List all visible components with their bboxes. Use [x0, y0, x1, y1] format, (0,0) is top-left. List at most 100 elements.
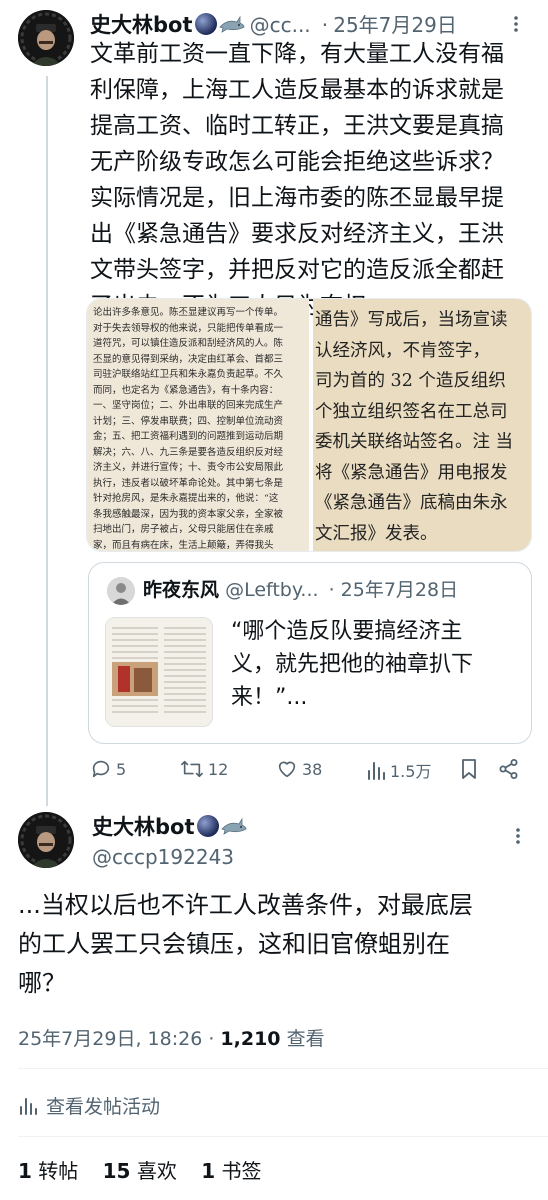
quote-date: 25年7月28日: [340, 579, 459, 601]
tweet-text-line: 文革前工资一直下降，有大量工人没有福: [90, 41, 504, 67]
reply-icon: [92, 760, 110, 778]
tweet-meta: 25年7月29日, 18:26 · 1,210 查看: [18, 1024, 325, 1051]
media-text-line: 针对抢房风，是朱永嘉提出来的，他说：“这: [93, 493, 279, 504]
avatar-icon: [18, 812, 74, 868]
post-activity-link[interactable]: 查看发帖活动: [18, 1092, 160, 1119]
retweets-stat[interactable]: 1 转帖: [18, 1159, 78, 1183]
divider: [18, 1068, 548, 1069]
tweet-text-line: 的工人罢工只会镇压，这和旧官僚蛆别在: [18, 930, 450, 958]
tweet-header: 史大林bot @cc... · 25年7月29日: [90, 9, 457, 39]
quote-text-line: 义，就先把他的袖章扒下: [231, 652, 474, 677]
media-text-line: 一、坚守岗位；二、外出串联的回来完成生产: [93, 400, 284, 411]
tweet-text-line: 实际情况是，旧上海市委的陈丕显最早提: [90, 185, 504, 211]
focused-tweet-author: 史大林bot: [92, 811, 247, 841]
avatar[interactable]: [18, 10, 74, 66]
quote-separator: ·: [328, 579, 335, 601]
tweet-text-line: 提高工资、临时工转正，王洪文要是真搞: [90, 113, 504, 139]
media-text-line: 执行，违反者以破坏革命论处。其中第七条是: [93, 477, 284, 489]
quote-thumbnail: [105, 617, 213, 727]
planet-emoji-icon: [196, 815, 219, 837]
media-text-line: 对于失去领导权的他来说，只能把传单看成一: [93, 322, 284, 334]
quote-header: 昨夜东风 @Leftby... · 25年7月28日: [143, 575, 458, 602]
retweet-icon: [181, 760, 203, 778]
media-text-line: 司驻沪联络站红卫兵和朱永嘉负责起草。不久: [93, 369, 284, 380]
tweet-text-line: ...当权以后也不许工人改善条件，对最底层: [18, 891, 473, 919]
media-text-line: 条我感触最深，因为我的资本家父亲，全家被: [93, 508, 284, 520]
views-button[interactable]: 1.5万: [366, 758, 431, 782]
like-icon: [278, 761, 296, 778]
media-text-line: 解决；六、八、九三条是要各造反组织反对经: [93, 446, 284, 458]
bookmark-icon: [462, 759, 476, 779]
media-text-line: 计划；三、停发串联费；四、控制单位流动资: [93, 415, 284, 427]
thread-line: [46, 76, 48, 806]
bookmarks-label: 书签: [221, 1159, 262, 1183]
retweet-button[interactable]: 12: [180, 758, 228, 780]
author-name[interactable]: 史大林bot: [90, 13, 193, 37]
media-text-line: 扫地出门，房子被占，父母只能居住在亲戚: [93, 524, 274, 535]
tweet-media[interactable]: 论出许多条意见。陈丕显建议再写一个传单。 对于失去领导权的他来说，只能把传单看成…: [86, 298, 532, 552]
media-text-line: 通告》写成后，当场宣读: [315, 310, 508, 330]
likes-count: 15: [102, 1159, 131, 1183]
views-icon: [368, 762, 385, 780]
share-icon: [499, 759, 518, 779]
divider: [18, 1136, 548, 1137]
media-image-left[interactable]: 论出许多条意见。陈丕显建议再写一个传单。 对于失去领导权的他来说，只能把传单看成…: [87, 299, 309, 551]
reply-button[interactable]: 5: [90, 758, 126, 780]
author-handle[interactable]: @cc...: [250, 13, 311, 37]
tweet-text: 文革前工资一直下降，有大量工人没有福 利保障，上海工人造反最基本的诉求就是 提高…: [90, 36, 540, 324]
quote-text: “哪个造反队要搞经济主 义，就先把他的袖章扒下 来！”...: [231, 615, 473, 714]
avatar-icon: [107, 577, 135, 605]
header-separator: ·: [321, 13, 329, 37]
media-text-line: 家，而且有病在床，生活上颠簸，弄得我头: [93, 539, 274, 551]
media-text-line: 金；五、把工资福利遇到的问题推到运动后期: [93, 431, 284, 442]
bookmarks-count: 1: [201, 1159, 216, 1183]
reply-count: 5: [116, 759, 127, 779]
focused-tweet-text: ...当权以后也不许工人改善条件，对最底层 的工人罢工只会镇压，这和旧官僚蛆别在…: [18, 886, 538, 1003]
tweet-text-line: 出《紧急通告》要求反对经济主义，王洪: [90, 221, 504, 247]
avatar[interactable]: [18, 812, 74, 868]
tweet-date[interactable]: 25年7月29日: [333, 13, 457, 37]
retweets-label: 转帖: [38, 1159, 79, 1183]
shark-emoji-icon: [220, 818, 246, 835]
quote-avatar: [107, 577, 135, 605]
more-button[interactable]: [511, 826, 525, 850]
media-text-line: 委机关联络站签名。注 当: [315, 432, 514, 452]
likes-label: 喜欢: [136, 1159, 177, 1183]
quoted-tweet[interactable]: 昨夜东风 @Leftby... · 25年7月28日 “哪个造反队要搞经济主 义…: [88, 562, 532, 744]
share-button[interactable]: [498, 758, 520, 784]
views-label: 查看: [286, 1028, 325, 1050]
media-text-line: 丕显的意见得到采纳，决定由红革会、首都三: [93, 353, 284, 365]
media-text-line: 《紧急通告》底稿由朱永: [315, 493, 508, 513]
shark-emoji-icon: [218, 16, 244, 33]
meta-dot: ·: [208, 1028, 215, 1050]
tweet-stats: 1 转帖 15 喜欢 1 书签: [18, 1155, 261, 1184]
bookmark-button[interactable]: [459, 758, 479, 784]
like-button[interactable]: 38: [276, 758, 322, 780]
media-image-right[interactable]: 通告》写成后，当场宣读 认经济风，不肯签字， 司为首的 32 个造反组织 个独立…: [313, 299, 531, 551]
quote-author-handle: @Leftby...: [225, 579, 319, 601]
media-text-line: 论出许多条意见。陈丕显建议再写一个传单。: [93, 307, 284, 318]
more-icon: [516, 828, 520, 844]
more-icon: [514, 16, 518, 32]
retweet-count: 12: [208, 759, 229, 779]
analytics-icon: [20, 1097, 37, 1115]
more-button[interactable]: [509, 14, 523, 38]
author-handle[interactable]: @cccp192243: [92, 845, 234, 869]
media-text-line: 道符咒，可以镇住造反派和刮经济风的人。陈: [93, 338, 284, 349]
media-text-line: 司为首的 32 个造反组织: [315, 371, 506, 391]
media-text-line: 济主义，并进行宣传；十、责令市公安局限此: [93, 462, 284, 473]
thumbnail-image: [106, 618, 212, 726]
likes-stat[interactable]: 15 喜欢: [103, 1159, 177, 1183]
retweets-count: 1: [18, 1159, 32, 1183]
tweet-timestamp[interactable]: 25年7月29日, 18:26: [18, 1028, 202, 1050]
views-count: 1.5万: [390, 762, 432, 781]
planet-emoji-icon: [194, 13, 217, 35]
media-text-line: 将《紧急通告》用电报发: [315, 462, 508, 483]
post-activity-label: 查看发帖活动: [46, 1096, 161, 1118]
media-text-line: 而同，也定名为《紧急通告》，有十条内容：: [93, 384, 279, 396]
media-text-line: 文汇报》发表。: [315, 523, 438, 544]
quote-author-name: 昨夜东风: [143, 579, 220, 601]
bookmarks-stat[interactable]: 1 书签: [201, 1159, 261, 1183]
author-name[interactable]: 史大林bot: [92, 815, 195, 839]
media-text-line: 认经济风，不肯签字，: [315, 340, 490, 361]
